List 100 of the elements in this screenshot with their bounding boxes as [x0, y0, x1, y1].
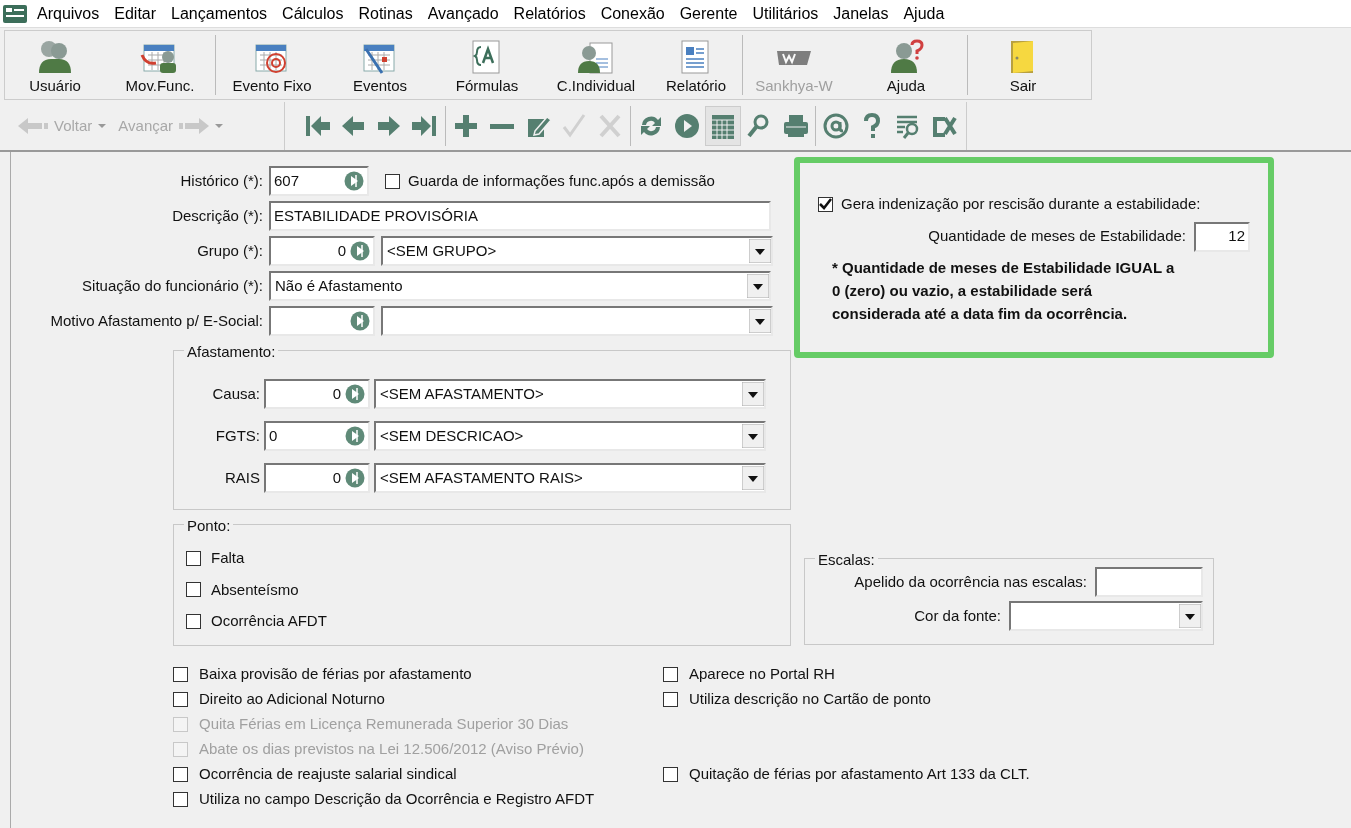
toolbar-button[interactable]: Mov.Func. — [105, 31, 215, 99]
plus-icon — [453, 113, 479, 139]
toolbar-button[interactable]: C.Individual — [542, 31, 650, 99]
play-circle-icon — [674, 113, 700, 139]
field-label: Situação do funcionário (*): — [81, 275, 263, 296]
dropdown-arrow-icon — [1179, 604, 1201, 628]
last-record-icon — [412, 113, 438, 139]
dropdown[interactable] — [381, 306, 773, 336]
code-field[interactable]: 0 — [264, 421, 370, 451]
dropdown-arrow-icon — [742, 382, 764, 406]
dropdown-arrow-icon — [749, 239, 771, 263]
checkbox[interactable] — [663, 767, 678, 782]
text-field[interactable]: ESTABILIDADE PROVISÓRIA — [269, 201, 771, 231]
toolbar-button[interactable]: Fórmulas — [432, 31, 542, 99]
field-label: Histórico (*): — [179, 170, 263, 191]
field-label: Quantidade de meses de Estabilidade: — [928, 226, 1186, 247]
menu-item[interactable]: Ajuda — [897, 1, 951, 26]
menu-item[interactable]: Lançamentos — [165, 1, 274, 26]
checkbox-label: Direito ao Adicional Noturno — [199, 689, 385, 710]
menu-item[interactable]: Utilitários — [746, 1, 825, 26]
lookup-icon — [350, 241, 370, 261]
menu-item[interactable]: Rotinas — [352, 1, 419, 26]
toolbar-button[interactable]: Sair — [968, 31, 1078, 99]
code-field[interactable] — [269, 306, 375, 336]
printer-icon — [782, 113, 808, 139]
checkbox-label: Utiliza no campo Descrição da Ocorrência e Registro AFDT — [199, 789, 595, 810]
dropdown[interactable]: <SEM GRUPO> — [381, 236, 773, 266]
toolbar-button[interactable]: Usuário — [5, 31, 105, 99]
checkbox[interactable] — [186, 613, 201, 629]
menu-item[interactable]: Conexão — [594, 1, 671, 26]
checkbox[interactable] — [173, 692, 188, 707]
menu-item[interactable]: Gerente — [673, 1, 744, 26]
field-label: Descrição (*): — [171, 205, 263, 226]
checkbox[interactable] — [186, 550, 201, 566]
menu-item[interactable]: Janelas — [827, 1, 895, 26]
field-label: FGTS: — [214, 425, 260, 446]
checkbox[interactable] — [173, 792, 188, 807]
minus-icon — [490, 123, 514, 129]
list-search-icon — [895, 113, 921, 139]
code-field[interactable]: 0 — [269, 236, 375, 266]
field-label: Motivo Afastamento p/ E-Social: — [49, 310, 263, 331]
field-label: Causa: — [211, 383, 260, 404]
field-label: Cor da fonte: — [914, 605, 1001, 626]
toolbar-button[interactable]: Relatório — [650, 31, 742, 99]
toolbar-button[interactable]: Ajuda — [845, 31, 967, 99]
close-icon — [597, 113, 623, 139]
toolbar-button[interactable]: Evento Fixo — [216, 31, 328, 99]
dropdown[interactable]: <SEM AFASTAMENTO RAIS> — [374, 463, 766, 493]
menu-item[interactable]: Editar — [108, 1, 163, 26]
lookup-icon — [350, 311, 370, 331]
w-logo-icon — [777, 50, 811, 65]
lookup-icon — [345, 384, 365, 404]
checkbox-label: Utiliza descrição no Cartão de ponto — [689, 689, 931, 710]
checkbox-label: Guarda de informações func.após a demissão — [408, 170, 715, 191]
toolbar-button[interactable]: Eventos — [328, 31, 432, 99]
note-text: * Quantidade de meses de Estabilidade IGUAL a 0 (zero) ou vazio, a estabilidade será considerada até a data fim da ocorrência. — [832, 257, 1176, 324]
checkbox-label: Absenteísmo — [211, 579, 299, 600]
dropdown-arrow-icon — [749, 309, 771, 333]
lookup-icon — [345, 426, 365, 446]
code-field[interactable]: 0 — [264, 379, 370, 409]
caret-icon — [215, 124, 224, 128]
checkbox[interactable] — [186, 582, 201, 598]
checkbox-label: Quitação de férias por afastamento Art 133 da CLT. — [689, 764, 1030, 785]
dropdown-arrow-icon — [747, 274, 769, 298]
dropdown[interactable]: <SEM AFASTAMENTO> — [374, 379, 766, 409]
code-field[interactable]: 0 — [264, 463, 370, 493]
lookup-icon — [345, 468, 365, 488]
grid-icon — [710, 113, 736, 139]
menu-item[interactable]: Arquivos — [31, 1, 106, 26]
checkbox-label: Falta — [211, 548, 245, 568]
checkbox[interactable] — [663, 667, 678, 682]
number-field[interactable]: 12 — [1194, 221, 1250, 252]
menu-item[interactable]: Avançado — [421, 1, 505, 26]
checkbox[interactable] — [173, 667, 188, 682]
code-field[interactable]: 607 — [269, 166, 369, 196]
check-icon — [561, 113, 587, 139]
next-icon — [376, 113, 402, 139]
dropdown[interactable] — [1009, 601, 1203, 631]
menu-item[interactable]: Relatórios — [507, 1, 592, 26]
checkbox[interactable] — [385, 173, 400, 189]
checkbox[interactable] — [663, 692, 678, 707]
checkbox[interactable] — [173, 767, 188, 782]
toolbar-button[interactable] — [705, 106, 741, 146]
dropdown[interactable]: Não é Afastamento — [269, 271, 771, 301]
checkbox-label: Ocorrência de reajuste salarial sindical — [199, 764, 457, 785]
field-label: Apelido da ocorrência nas escalas: — [854, 571, 1087, 592]
previous-icon — [340, 113, 366, 139]
dropdown[interactable]: <SEM DESCRICAO> — [374, 421, 766, 451]
field-label: Grupo (*): — [196, 240, 263, 261]
checkbox-label: Abate os dias previstos na Lei 12.506/2012 (Aviso Prévio) — [199, 739, 584, 760]
menu-item[interactable]: Cálculos — [276, 1, 350, 26]
dropdown-arrow-icon — [742, 466, 764, 490]
first-record-icon — [304, 113, 330, 139]
checkbox[interactable] — [818, 196, 833, 212]
at-sign-icon — [823, 113, 849, 139]
dropdown-arrow-icon — [742, 424, 764, 448]
back-arrow-icon — [18, 118, 48, 134]
checkbox-label: Baixa provisão de férias por afastamento — [199, 664, 472, 685]
forward-arrow-icon — [179, 118, 210, 134]
text-field[interactable] — [1095, 567, 1203, 597]
